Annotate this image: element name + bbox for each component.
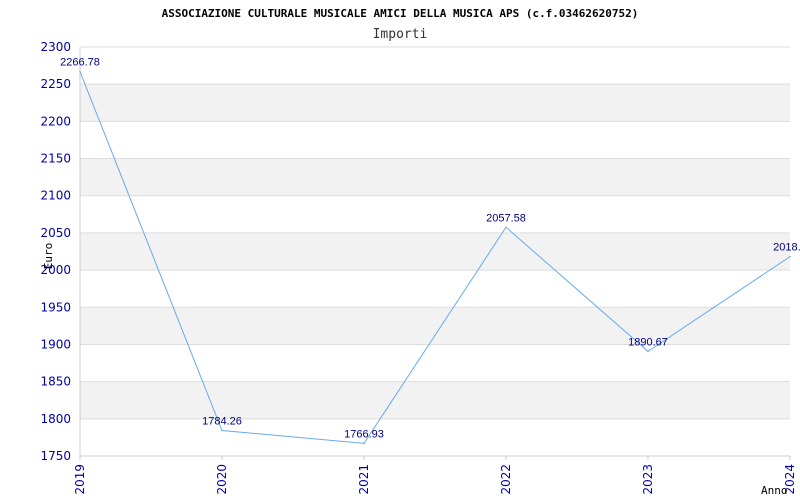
grid-band [80, 84, 790, 122]
y-tick-label: 2200 [40, 114, 71, 128]
line-chart: ASSOCIAZIONE CULTURALE MUSICALE AMICI DE… [40, 7, 800, 497]
grid-band [80, 307, 790, 345]
x-tick-label: 2023 [641, 464, 655, 495]
x-axis-title: Anno [761, 484, 788, 497]
chart-title: ASSOCIAZIONE CULTURALE MUSICALE AMICI DE… [162, 7, 639, 20]
y-tick-label: 2300 [40, 40, 71, 54]
grid-band [80, 158, 790, 196]
data-point [789, 255, 791, 258]
y-axis-title: Euro [42, 243, 55, 270]
data-label: 1890.67 [628, 336, 668, 348]
data-label: 2018.1 [773, 242, 800, 254]
y-tick-label: 1750 [40, 449, 71, 463]
y-tick-label: 2150 [40, 152, 71, 166]
y-tick-label: 2100 [40, 189, 71, 203]
data-point [363, 442, 365, 445]
y-tick-label: 1950 [40, 300, 71, 314]
x-tick-label: 2020 [215, 464, 229, 495]
data-point [505, 226, 507, 229]
data-label: 2266.78 [60, 57, 100, 69]
x-tick-label: 2021 [357, 464, 371, 495]
data-point [647, 350, 649, 353]
grid-bands [80, 84, 790, 419]
data-label: 2057.58 [486, 212, 526, 224]
y-tick-label: 1850 [40, 375, 71, 389]
chart-subtitle: Importi [373, 27, 428, 42]
data-label: 1784.26 [202, 416, 242, 428]
x-tick-label: 2022 [499, 464, 513, 495]
y-tick-label: 1800 [40, 412, 71, 426]
data-point [79, 70, 81, 73]
y-tick-label: 2250 [40, 77, 71, 91]
y-tick-label: 2050 [40, 226, 71, 240]
data-label: 1766.93 [344, 428, 384, 440]
y-tick-label: 1900 [40, 337, 71, 351]
x-tick-labels: 2019 2020 2021 2022 2023 2024 [73, 456, 797, 495]
x-tick-label: 2019 [73, 464, 87, 495]
grid-band [80, 381, 790, 419]
data-point [221, 429, 223, 432]
grid-band [80, 232, 790, 271]
